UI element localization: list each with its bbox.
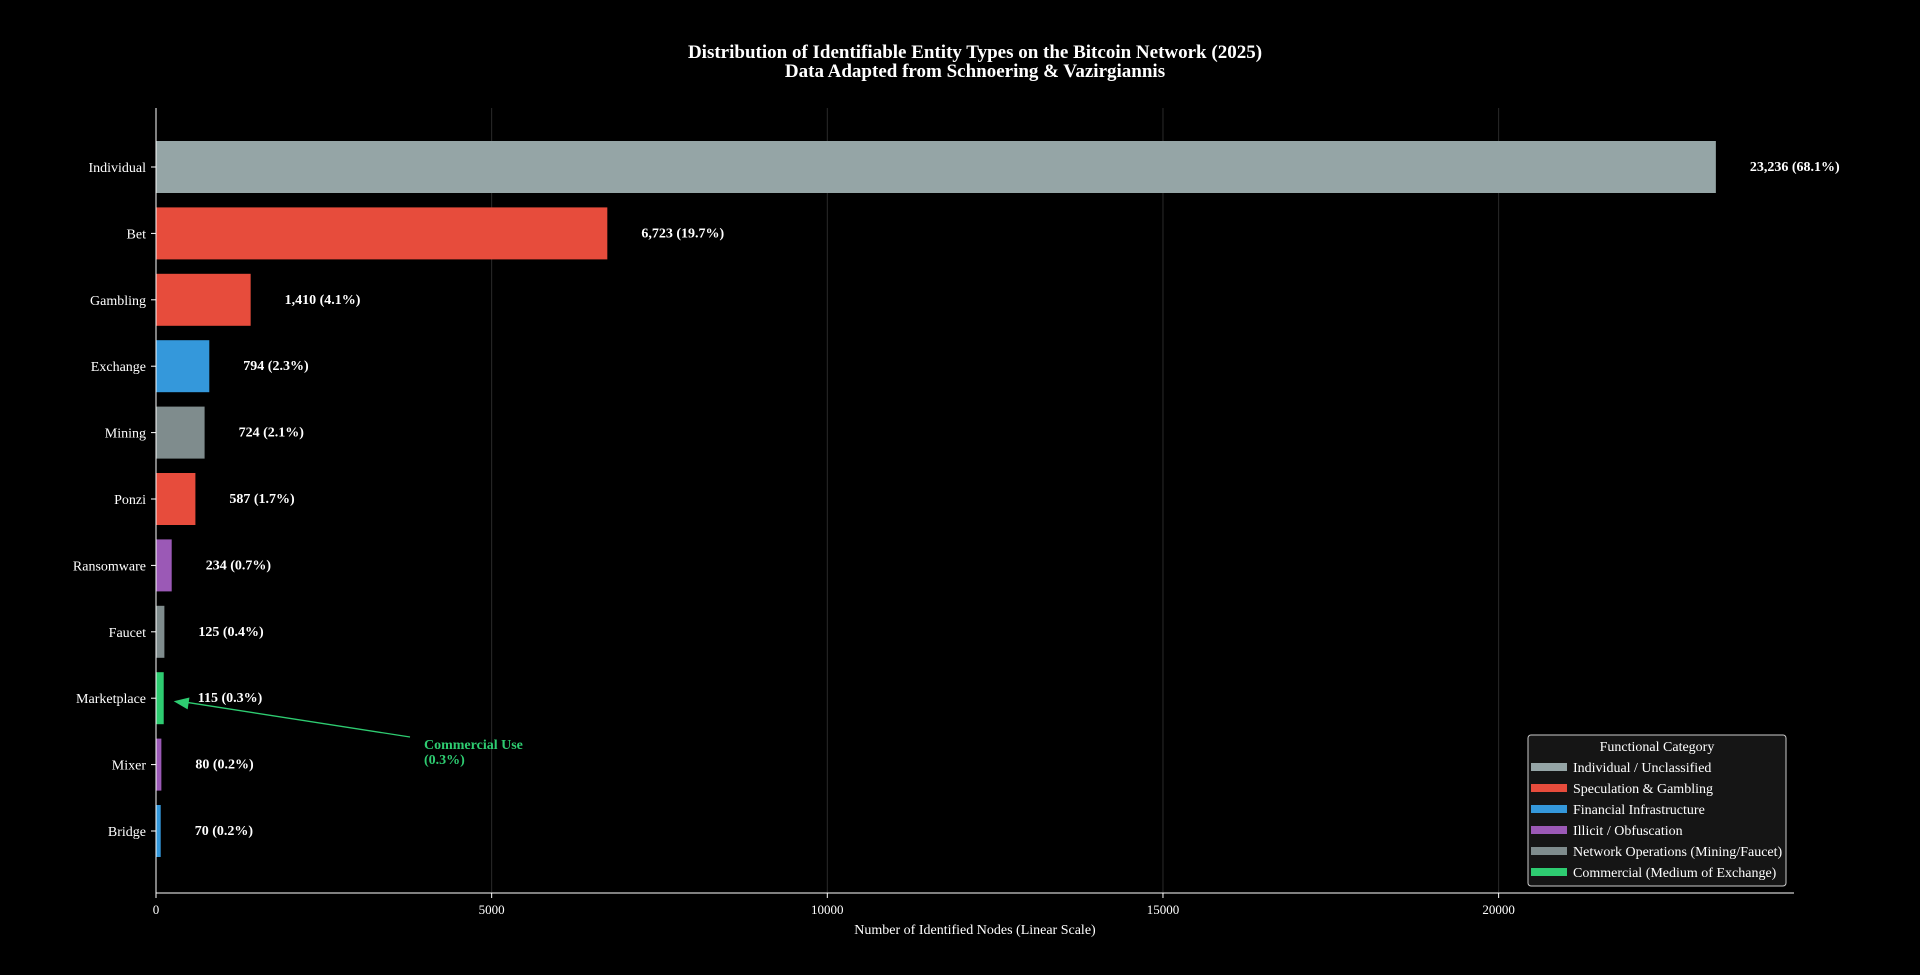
legend-swatch-speculation: [1531, 784, 1567, 792]
x-tick-label: 10000: [811, 902, 844, 917]
bar-mining: [156, 406, 205, 459]
legend-item-label: Network Operations (Mining/Faucet): [1573, 845, 1783, 860]
value-label: 80 (0.2%): [195, 758, 254, 773]
category-label: Mining: [105, 427, 146, 442]
legend-item-label: Financial Infrastructure: [1573, 803, 1705, 818]
chart-subtitle: Data Adapted from Schnoering & Vazirgian…: [785, 61, 1165, 82]
category-label: Ponzi: [114, 493, 146, 508]
legend-swatch-individual: [1531, 763, 1567, 771]
chart-title: Distribution of Identifiable Entity Type…: [688, 42, 1262, 63]
annotation-arrow-line: [185, 701, 411, 738]
category-label: Bridge: [108, 825, 146, 840]
legend-item-label: Speculation & Gambling: [1573, 782, 1713, 797]
value-label: 23,236 (68.1%): [1750, 160, 1840, 175]
annotation-text: Commercial Use: [424, 738, 523, 753]
legend-item-label: Illicit / Obfuscation: [1573, 824, 1683, 839]
legend-swatch-commercial: [1531, 868, 1567, 876]
bar-marketplace: [156, 672, 164, 725]
x-tick-label: 0: [153, 902, 160, 917]
legend-swatch-network: [1531, 847, 1567, 855]
bar-chart: Distribution of Identifiable Entity Type…: [73, 42, 1840, 938]
legend: Functional Category Individual / Unclassi…: [1527, 734, 1787, 887]
annotation-arrow-head: [173, 697, 190, 710]
value-label: 70 (0.2%): [195, 824, 254, 839]
bar-bridge: [156, 805, 161, 857]
value-label: 125 (0.4%): [198, 625, 264, 640]
bar-ponzi: [156, 473, 196, 525]
legend-swatch-financial: [1531, 805, 1567, 813]
value-label: 6,723 (19.7%): [641, 226, 724, 241]
legend-item-label: Individual / Unclassified: [1573, 761, 1711, 776]
value-label: 234 (0.7%): [206, 558, 272, 573]
bar-exchange: [156, 340, 210, 393]
bar-individual: [156, 141, 1716, 193]
legend-item-label: Commercial (Medium of Exchange): [1573, 866, 1777, 881]
value-label: 724 (2.1%): [239, 426, 305, 441]
bar-ransomware: [156, 539, 172, 592]
value-label: 794 (2.3%): [243, 359, 309, 374]
category-label: Ransomware: [73, 559, 146, 574]
value-label: 1,410 (4.1%): [285, 293, 361, 308]
x-axis-label: Number of Identified Nodes (Linear Scale…: [854, 923, 1096, 938]
bar-mixer: [156, 738, 162, 791]
bar-bet: [156, 207, 608, 260]
category-label: Individual: [88, 161, 146, 176]
x-tick-label: 5000: [479, 902, 505, 917]
category-label: Gambling: [90, 294, 146, 309]
value-label: 587 (1.7%): [229, 492, 295, 507]
bar-faucet: [156, 605, 165, 658]
legend-swatch-illicit: [1531, 826, 1567, 834]
category-label: Faucet: [109, 626, 146, 641]
legend-title: Functional Category: [1600, 740, 1715, 755]
x-tick-label: 20000: [1482, 902, 1515, 917]
category-label: Marketplace: [76, 692, 146, 707]
category-label: Exchange: [91, 360, 146, 375]
category-label: Mixer: [112, 759, 147, 774]
x-tick-label: 15000: [1147, 902, 1180, 917]
bar-gambling: [156, 273, 251, 326]
annotation-text: (0.3%): [424, 753, 465, 768]
value-label: 115 (0.3%): [198, 691, 263, 706]
category-label: Bet: [127, 227, 147, 242]
